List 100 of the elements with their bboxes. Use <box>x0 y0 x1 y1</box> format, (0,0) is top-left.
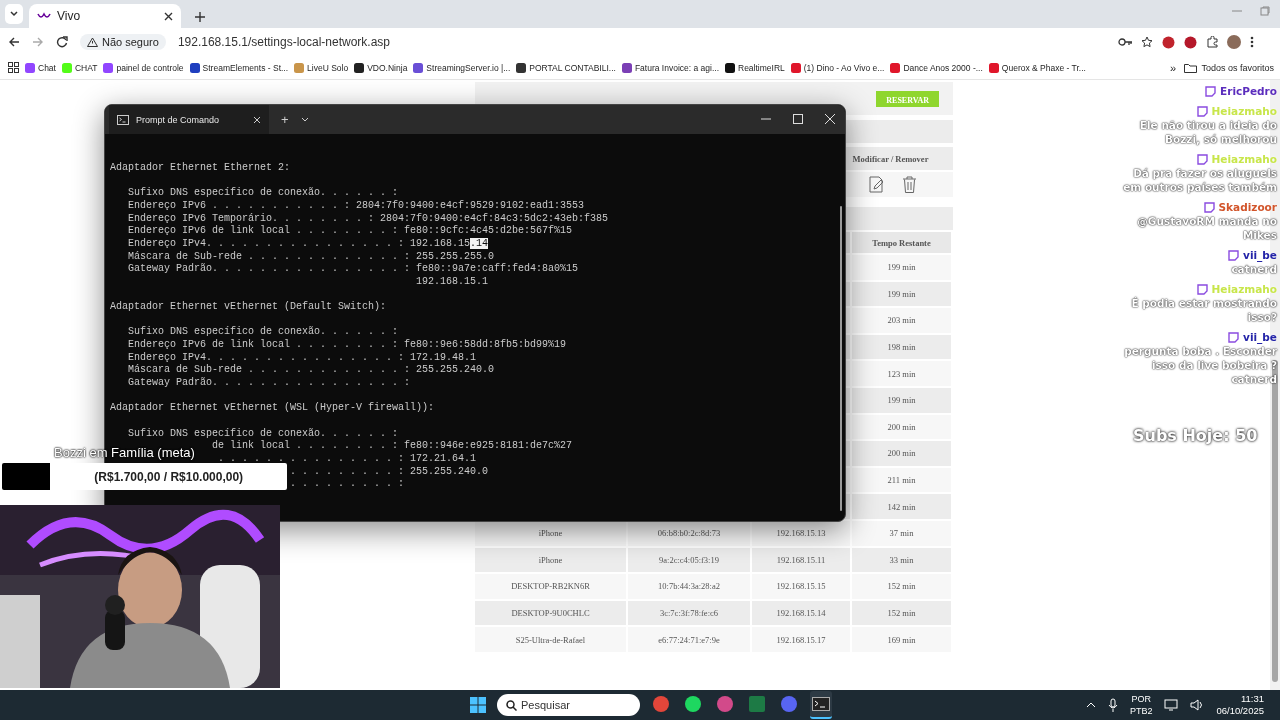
table-cell: iPhone <box>475 520 628 548</box>
apps-icon[interactable] <box>8 62 19 73</box>
scrollbar-thumb[interactable] <box>840 206 842 511</box>
table-cell: 06:b8:b0:2c:8d:73 <box>628 520 752 548</box>
terminal-tab[interactable]: Prompt de Comando <box>109 105 269 134</box>
table-cell: iPhone <box>475 547 628 575</box>
reload-icon[interactable] <box>56 36 68 48</box>
terminal-line: . . . . . . . . . : 255.255.240.0 <box>290 465 489 477</box>
bookmark-folder[interactable]: Todos os favoritos <box>1201 62 1274 73</box>
volume-icon[interactable] <box>1190 699 1205 711</box>
subs-counter: Subs Hoje: 50 <box>1133 426 1258 445</box>
dropdown-icon[interactable] <box>300 116 309 123</box>
terminal-line: Endereço IPv6 de link local . . . . . . . . : fe80::9e6:58dd:8fb5:bd99%19 <box>128 339 567 351</box>
tab-list-button[interactable] <box>5 4 23 24</box>
bookmark-item[interactable]: PORTAL CONTABILI... <box>529 62 616 73</box>
table-cell: 123 min <box>852 361 953 388</box>
terminal-line: . . . . . . . . . : <box>290 478 405 490</box>
terminal-line: Endereço IPv4. . . . . . . . . . . . . . . . : 192.168.15.14 <box>128 237 489 249</box>
table-cell: 192.168.15.17 <box>752 627 852 654</box>
bookmark-item[interactable]: CHAT <box>74 62 98 73</box>
table-cell: 192.168.15.15 <box>752 574 852 601</box>
table-cell: 142 min <box>852 494 953 521</box>
terminal-icon[interactable] <box>810 691 832 719</box>
close-icon[interactable] <box>164 11 173 21</box>
table-cell: 192.168.15.14 <box>752 600 852 628</box>
terminal-line: Adaptador Ethernet Ethernet 2: <box>110 162 292 175</box>
terminal-line: Adaptador Ethernet vEthernet (WSL (Hyper-V firewall)): <box>110 402 436 416</box>
bookmark-item[interactable]: LiveU Solo <box>307 62 349 73</box>
chat-badge-icon <box>1228 331 1240 343</box>
chat-username: Heiazmaho <box>1211 104 1277 118</box>
bookmark-item[interactable]: StreamingServer.io |... <box>426 62 511 73</box>
start-icon[interactable] <box>469 696 487 714</box>
table-cell: 199 min <box>852 387 953 415</box>
browser-tab[interactable]: Vivo <box>29 4 181 28</box>
terminal-line: . . . . . . . . . . . . . . . : 172.21.64.1 <box>218 453 477 464</box>
chat-badge-icon <box>1196 153 1208 165</box>
bookmark-item[interactable]: VDO.Ninja <box>367 62 408 73</box>
more-bookmarks-button[interactable]: » <box>1169 61 1176 74</box>
edit-icon[interactable] <box>869 176 884 193</box>
table-cell: 169 min <box>852 627 953 654</box>
chat-message: @GustavoRM manda no Mikes <box>1136 214 1277 242</box>
chat-username: Skadizoor <box>1218 200 1277 214</box>
terminal-line: Máscara de Sub-rede . . . . . . . . . . . . . : 255.255.240.0 <box>128 364 495 376</box>
chat-username: EricPedro <box>1220 84 1277 98</box>
table-cell: DESKTOP-RB2KN6R <box>475 574 628 601</box>
table-cell: 9a:2c:c4:05:f3:19 <box>628 547 752 575</box>
warning-icon <box>87 37 98 47</box>
key-icon[interactable] <box>1118 38 1132 46</box>
table-cell: 33 min <box>852 547 953 575</box>
avatar-icon[interactable] <box>1227 35 1241 49</box>
star-icon[interactable] <box>1141 36 1153 48</box>
bookmark-item[interactable]: painel de controle <box>116 62 184 73</box>
column-header: Tempo Restante <box>852 232 953 255</box>
terminal-line: Endereço IPv6 de link local . . . . . . . . : fe80::9cfc:4c45:d2be:567f%15 <box>128 225 573 237</box>
back-icon[interactable] <box>8 36 20 48</box>
chat-message: catnerd <box>1230 262 1277 276</box>
address-field[interactable]: 192.168.15.1/settings-local-network.asp <box>177 35 390 49</box>
table-cell: 10:7b:44:3a:28:a2 <box>628 574 752 601</box>
menu-icon[interactable] <box>1250 36 1254 48</box>
new-tab-button[interactable]: + <box>281 112 289 127</box>
table-cell: DESKTOP-9U0CHLC <box>475 600 628 628</box>
terminal-line: Endereço IPv6 Temporário. . . . . . . . : 2804:7f0:9400:e4cf:84c3:5dc2:43eb:f385 <box>128 212 609 224</box>
tab-favicon-icon <box>37 12 51 20</box>
caret-icon <box>10 11 18 17</box>
terminal-line: Endereço IPv6 . . . . . . . . . . . : 2804:7f0:9400:e4cf:9529:9102:ead1:3553 <box>128 199 585 211</box>
maximize-icon[interactable] <box>793 114 803 124</box>
bookmark-item[interactable]: Querox & Phaxe - Tr... <box>1001 62 1086 73</box>
terminal-line: Sufixo DNS específico de conexão. . . . . . : <box>128 427 399 439</box>
new-tab-icon[interactable] <box>195 12 205 22</box>
bookmark-item[interactable]: (1) Dino - Ao Vivo e... <box>803 62 885 73</box>
microphone-icon[interactable] <box>1107 698 1118 712</box>
terminal-line: Sufixo DNS específico de conexão. . . . . . : <box>128 187 399 199</box>
security-chip[interactable]: Não seguro <box>80 34 166 50</box>
chat-username: Heiazmaho <box>1211 282 1277 296</box>
terminal-line: Gateway Padrão. . . . . . . . . . . . . . . . : fe80::9a7e:caff:fed4:8a0%15 <box>128 263 579 275</box>
language-indicator[interactable]: POR PTB2 <box>1129 693 1153 717</box>
table-cell: 3c:7c:3f:78:fe:c6 <box>628 600 752 628</box>
trash-icon[interactable] <box>902 176 917 193</box>
chevron-up-icon[interactable] <box>1085 702 1096 708</box>
search-field[interactable]: Pesquisar <box>497 694 640 716</box>
table-cell: 200 min <box>852 414 953 442</box>
terminal-icon <box>117 114 129 125</box>
table-cell: S25-Ultra-de-Rafael <box>475 627 628 654</box>
bookmark-item[interactable]: Dance Anos 2000 -... <box>903 62 983 73</box>
chat-username: Heiazmaho <box>1211 152 1277 166</box>
table-cell: 37 min <box>852 520 953 548</box>
table-cell: 203 min <box>852 308 953 335</box>
extension-icon[interactable] <box>1162 35 1175 49</box>
terminal-line: de link local . . . . . . . . : fe80::946e:e925:8181:de7c%27 <box>212 440 573 452</box>
column-header: Modificar / Remover <box>851 153 930 164</box>
clock[interactable]: 11:31 06/10/2025 <box>1216 693 1264 717</box>
table-cell: 152 min <box>852 574 953 601</box>
network-icon[interactable] <box>1164 699 1179 711</box>
puzzle-icon[interactable] <box>1206 36 1218 48</box>
bookmark-item[interactable]: Fatura Invoice: a agi... <box>634 62 719 73</box>
extension-icon[interactable] <box>1184 35 1197 49</box>
bookmark-item[interactable]: StreamElements - St... <box>202 62 289 73</box>
bookmark-item[interactable]: RealtimeIRL <box>738 62 785 73</box>
chat-badge-icon <box>1196 283 1208 295</box>
bookmark-item[interactable]: Chat <box>38 62 56 73</box>
